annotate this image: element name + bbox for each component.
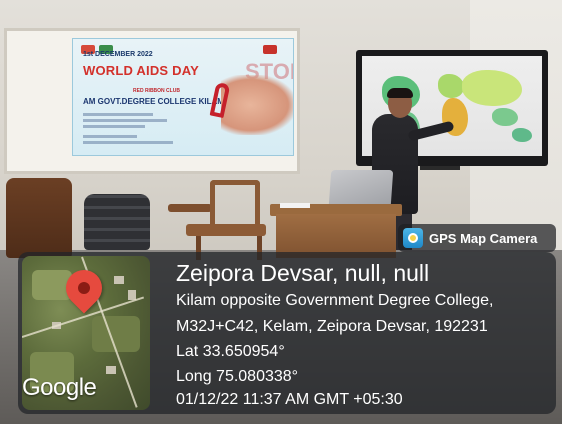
world-aids-day-banner: 1st DECEMBER 2022 WORLD AIDS DAY RED RIB… (72, 38, 294, 156)
gps-map-camera-badge: GPS Map Camera (398, 224, 556, 252)
map-pin-center (78, 282, 90, 294)
banner-title: WORLD AIDS DAY (83, 63, 199, 78)
laptop (328, 170, 394, 206)
black-chair (84, 194, 150, 250)
presenter-hair (387, 88, 413, 98)
banner-college: AM GOVT.DEGREE COLLEGE KILAM (83, 97, 224, 106)
wooden-armchair (6, 178, 72, 258)
banner-small-print (83, 135, 137, 138)
address-line-2: M32J+C42, Kelam, Zeipora Devsar, 192231 (176, 318, 488, 335)
banner-small-print (83, 113, 153, 116)
location-title: Zeipora Devsar, null, null (176, 260, 430, 286)
longitude: Long 75.080338° (176, 368, 299, 385)
banner-small-print (83, 119, 167, 122)
datetime: 01/12/22 11:37 AM GMT +05:30 (176, 391, 403, 408)
banner-small-print (83, 141, 173, 144)
banner-date: 1st DECEMBER 2022 (83, 51, 153, 58)
classroom-photo: 1st DECEMBER 2022 WORLD AIDS DAY RED RIB… (0, 0, 562, 424)
banner-club: RED RIBBON CLUB (133, 88, 180, 94)
google-logo: Google (22, 374, 97, 401)
gps-badge-label: GPS Map Camera (429, 230, 538, 246)
chair-writing-arm (168, 204, 212, 212)
latitude: Lat 33.650954° (176, 343, 285, 360)
address-line-1: Kilam opposite Government Degree College… (176, 292, 494, 309)
paper (280, 203, 310, 208)
camera-icon (403, 228, 423, 248)
wooden-chair-back (210, 180, 260, 228)
banner-hand-graphic (221, 75, 293, 135)
wooden-chair-seat (186, 224, 266, 236)
banner-small-print (83, 125, 145, 128)
banner-logo (263, 45, 277, 54)
camera-lens-icon (408, 233, 418, 243)
tv-stand (420, 166, 460, 170)
